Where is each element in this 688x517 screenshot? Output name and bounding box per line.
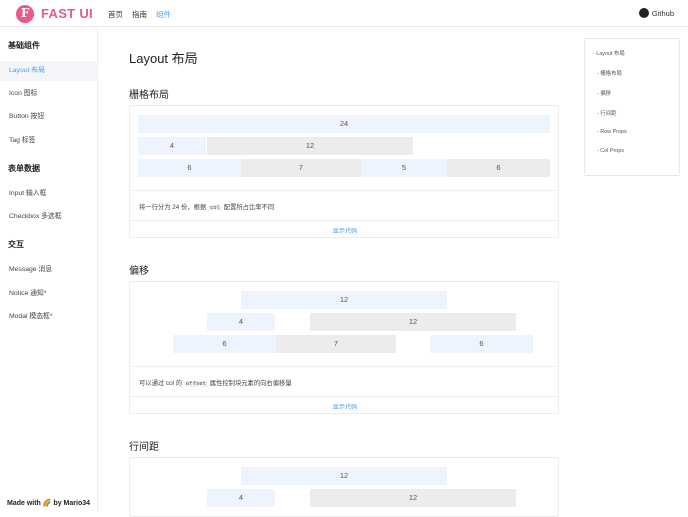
section-heading-grid: 栅格布局 xyxy=(129,90,169,101)
top-nav: 首页 指南 组件 xyxy=(108,9,171,20)
offset-col-7: 7 xyxy=(276,335,396,353)
toc-item-row-props[interactable]: - Row Props xyxy=(597,129,627,135)
inline-code: col xyxy=(207,205,223,211)
page-title: Layout 布局 xyxy=(129,51,198,66)
section-description-grid: 将一行分为 24 份，根据 col 配置所占比率不同 xyxy=(139,202,274,211)
sidebar-item-notice[interactable]: Notice 通知* xyxy=(0,284,97,304)
grid-col-6a: 6 xyxy=(138,159,241,177)
gutter-col-12b: 12 xyxy=(310,489,516,507)
offset-col-4: 4 xyxy=(207,313,275,331)
offset-col-12b: 12 xyxy=(310,313,516,331)
demo-card-gutter: 12 4 12 xyxy=(129,457,559,517)
toc-item-layout[interactable]: - Layout 布局 xyxy=(593,49,625,57)
grid-col-5: 5 xyxy=(361,159,447,177)
grid-col-24: 24 xyxy=(138,115,550,133)
top-header: F FAST UI 首页 指南 组件 Github xyxy=(0,0,688,27)
toc-item-gutter[interactable]: - 行间距 xyxy=(597,109,616,117)
sidebar-group-form: 表单数据 xyxy=(8,164,40,173)
sidebar-group-interaction: 交互 xyxy=(8,240,24,249)
grid-col-7: 7 xyxy=(241,159,361,177)
demo-card-grid: 24 4 12 6 7 5 6 将一行分为 24 份，根据 col 配置所占比率… xyxy=(129,105,559,238)
section-description-offset: 可以通过 col 的 offset 属性控制块元素的向右偏移量 xyxy=(139,378,292,387)
offset-col-6b: 6 xyxy=(430,335,533,353)
desc-text: 属性控制块元素的向右偏移量 xyxy=(208,380,292,387)
table-of-contents: - Layout 布局 - 栅格布局 - 偏移 - 行间距 - Row Prop… xyxy=(584,38,680,176)
logo-letter: F xyxy=(21,6,30,20)
section-heading-offset: 偏移 xyxy=(129,266,149,277)
toc-item-grid[interactable]: - 栅格布局 xyxy=(597,69,622,77)
sidebar: 基础组件 Layout 布局 Icon 图标 Button 按钮 Tag 标签 … xyxy=(0,28,98,512)
gutter-col-12a: 12 xyxy=(241,467,447,485)
card-divider xyxy=(130,396,558,397)
demo-card-offset: 12 4 12 6 7 6 可以通过 col 的 offset 属性控制块元素的… xyxy=(129,281,559,414)
brand-title[interactable]: FAST UI xyxy=(41,6,93,21)
github-icon xyxy=(638,8,649,18)
sidebar-item-button[interactable]: Button 按钮 xyxy=(0,107,97,127)
desc-text: 可以通过 col 的 xyxy=(139,380,184,387)
toc-item-col-props[interactable]: - Col Props xyxy=(597,148,624,154)
section-heading-gutter: 行间距 xyxy=(129,442,159,453)
toc-item-offset[interactable]: - 偏移 xyxy=(597,89,611,97)
sidebar-item-tag[interactable]: Tag 标签 xyxy=(0,131,97,151)
github-link[interactable]: Github xyxy=(638,8,674,18)
show-code-button[interactable]: 显示代码 xyxy=(130,402,560,411)
offset-col-12a: 12 xyxy=(241,291,447,309)
card-divider xyxy=(130,190,558,191)
sidebar-item-icon[interactable]: Icon 图标 xyxy=(0,84,97,104)
nav-guide[interactable]: 指南 xyxy=(132,9,147,20)
sidebar-group-basic: 基础组件 xyxy=(8,41,40,50)
sidebar-item-input[interactable]: Input 输入框 xyxy=(0,184,97,204)
sidebar-item-layout[interactable]: Layout 布局 xyxy=(0,61,97,81)
card-divider xyxy=(130,366,558,367)
sidebar-item-checkbox[interactable]: Checkbox 多选框 xyxy=(0,207,97,227)
desc-text: 将一行分为 24 份，根据 xyxy=(139,204,208,211)
github-label: Github xyxy=(651,8,674,18)
sidebar-item-message[interactable]: Message 消息 xyxy=(0,260,97,280)
grid-col-6b: 6 xyxy=(447,159,550,177)
desc-text: 配置所占比率不同 xyxy=(222,204,275,211)
offset-col-6a: 6 xyxy=(173,335,276,353)
nav-home[interactable]: 首页 xyxy=(108,9,123,20)
card-divider xyxy=(130,220,558,221)
nav-components[interactable]: 组件 xyxy=(156,9,171,20)
grid-col-4: 4 xyxy=(138,137,206,155)
grid-col-12: 12 xyxy=(207,137,413,155)
gutter-col-4: 4 xyxy=(207,489,275,507)
inline-code: offset xyxy=(183,381,209,387)
main-content: Layout 布局 栅格布局 24 4 12 6 7 5 6 将一行分为 24 … xyxy=(99,28,583,517)
show-code-button[interactable]: 显示代码 xyxy=(130,226,560,235)
sidebar-item-modal[interactable]: Modal 模态框* xyxy=(0,307,97,327)
made-with-footer: Made with 🌈 by Mario34 xyxy=(7,500,91,507)
